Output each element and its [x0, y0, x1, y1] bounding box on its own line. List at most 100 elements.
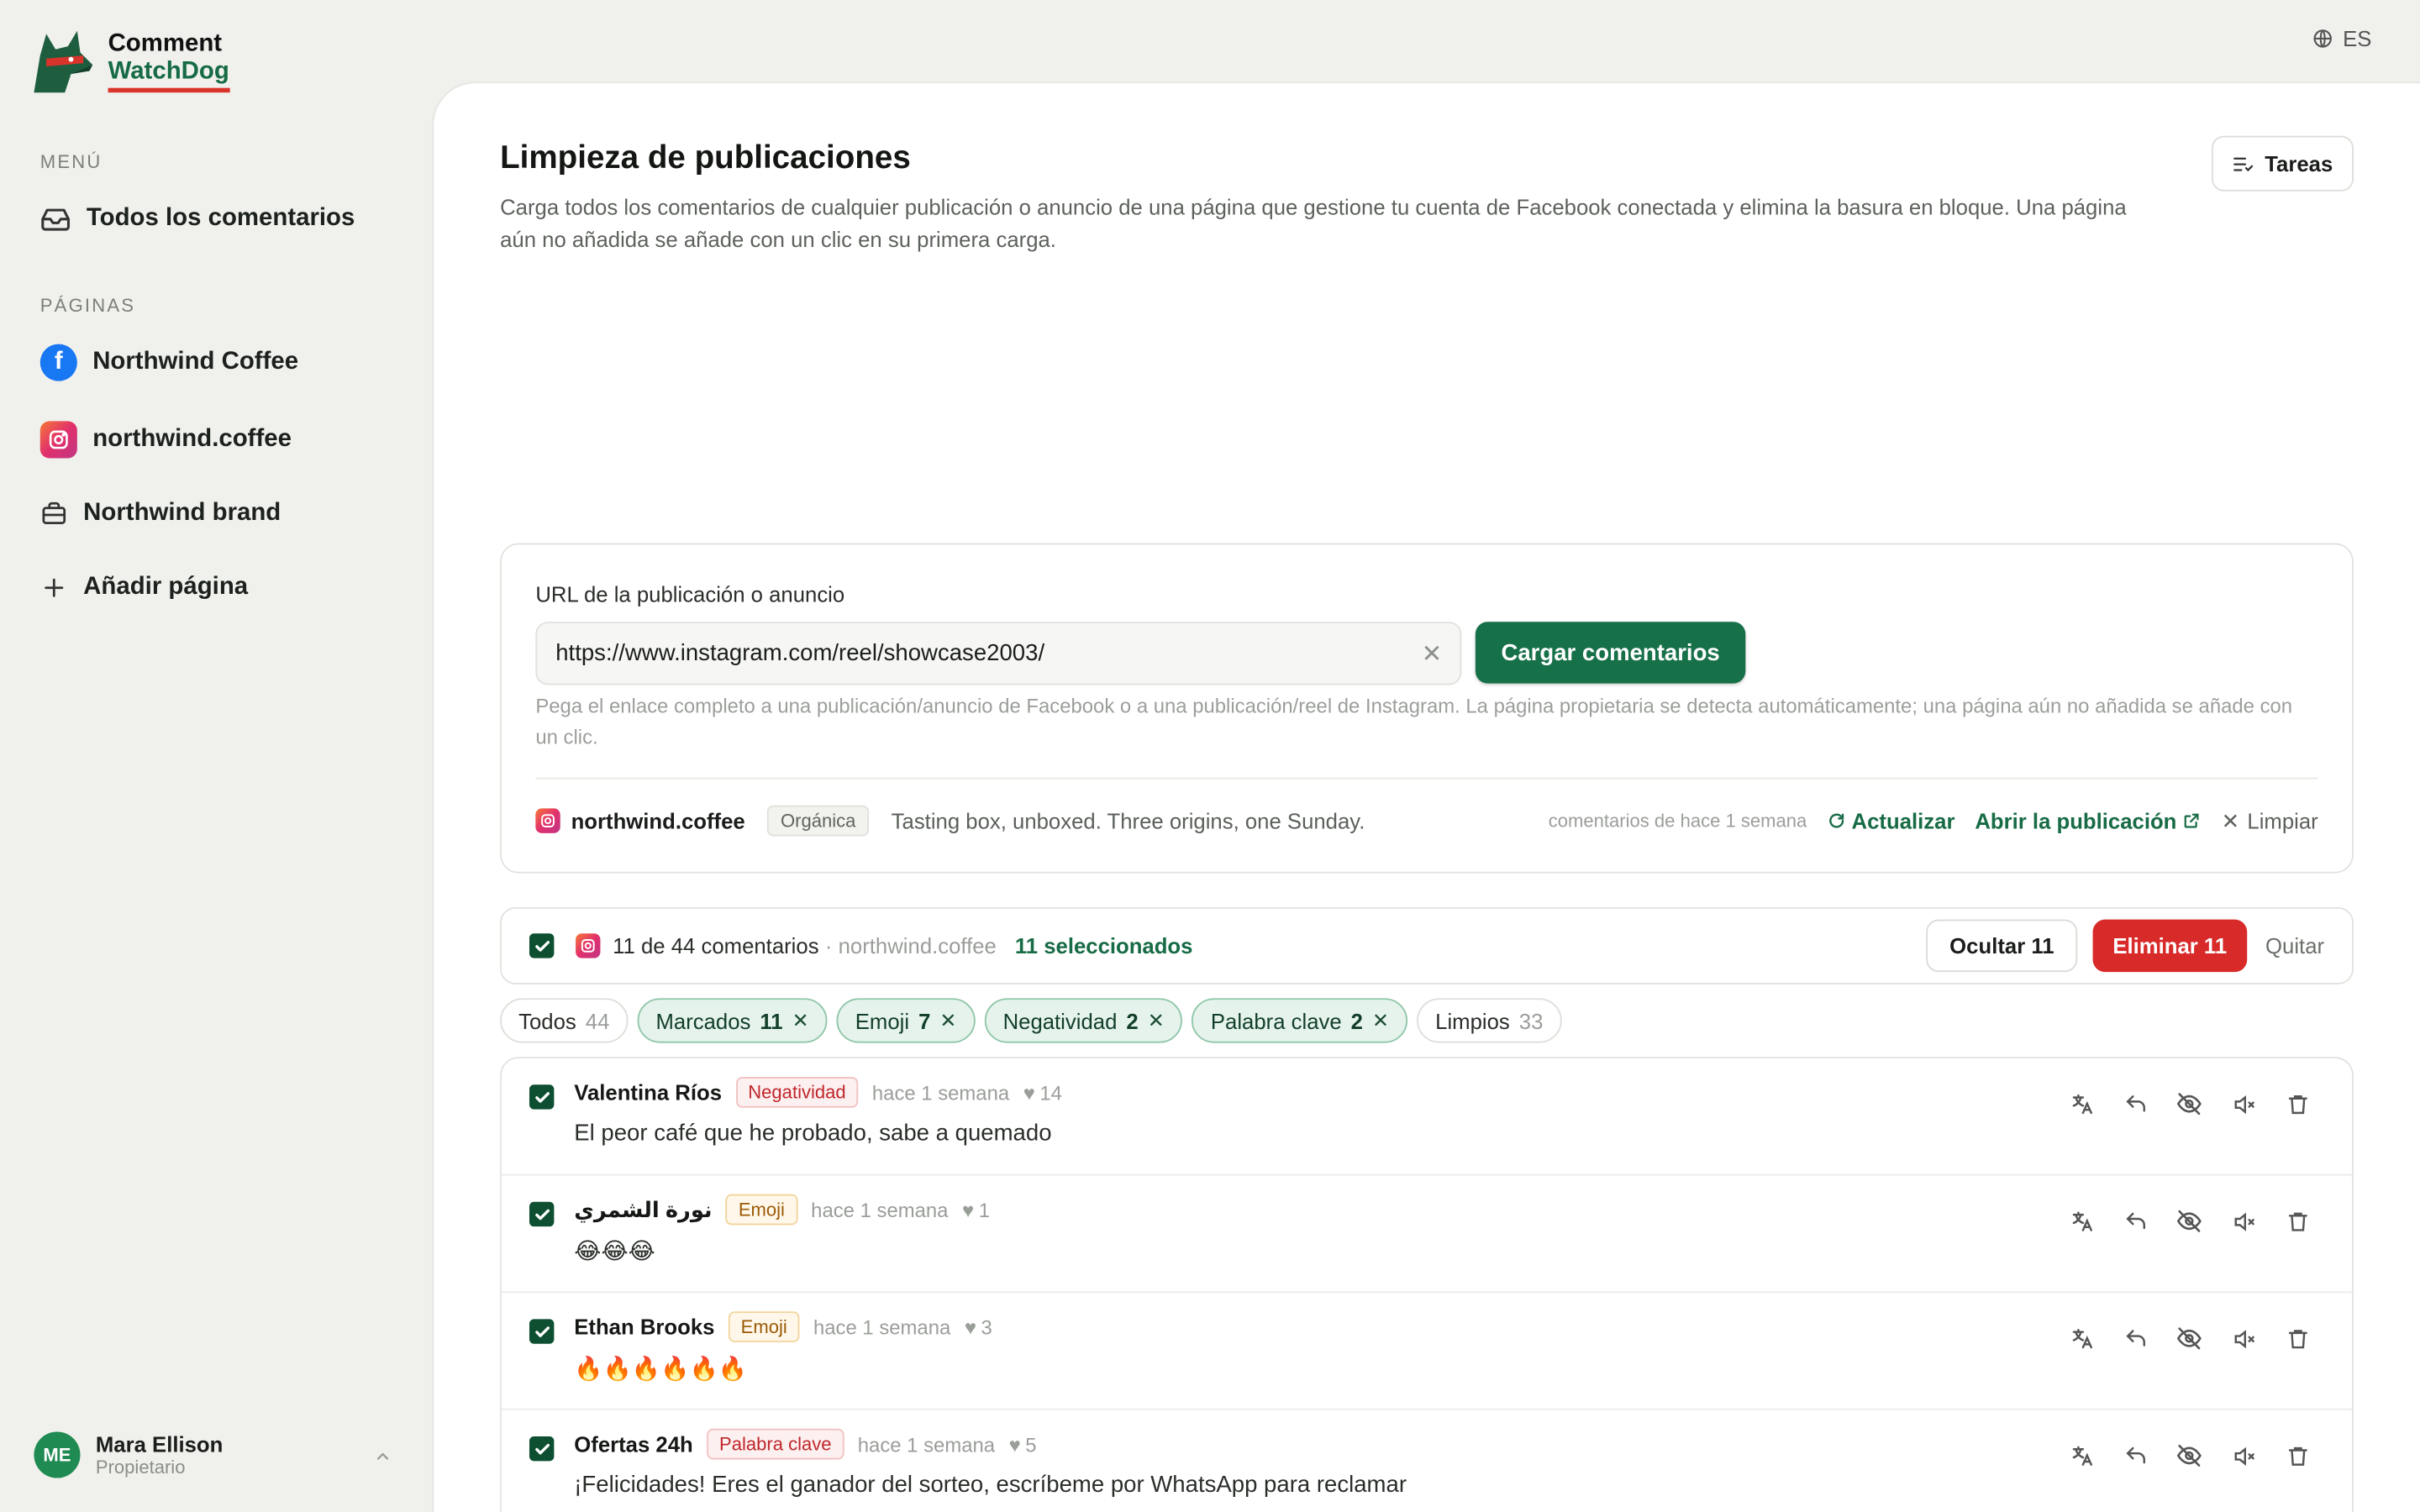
- url-field-label: URL de la publicación o anuncio: [535, 581, 845, 606]
- like-count: 1: [978, 1198, 990, 1221]
- user-menu[interactable]: ME Mara Ellison Propietario: [34, 1431, 397, 1478]
- eye-off-icon[interactable]: [2176, 1442, 2202, 1468]
- reply-icon[interactable]: [2122, 1091, 2148, 1117]
- check-icon: [534, 1208, 550, 1220]
- eye-off-icon[interactable]: [2176, 1091, 2202, 1117]
- translate-icon[interactable]: [2068, 1442, 2094, 1468]
- filter-chip-keyword[interactable]: Palabra clave 2 ✕: [1192, 998, 1408, 1043]
- mute-icon[interactable]: [2230, 1442, 2256, 1468]
- reply-icon[interactable]: [2122, 1208, 2148, 1234]
- comment-row: Valentina Ríos Negatividad hace 1 semana…: [501, 1058, 2353, 1176]
- comment-checkbox[interactable]: [529, 1084, 555, 1110]
- chip-count: 44: [585, 1008, 610, 1033]
- url-card: URL de la publicación o anuncio ✕ Cargar…: [500, 543, 2354, 874]
- filter-chip-flagged[interactable]: Marcados 11 ✕: [637, 998, 828, 1043]
- add-page-button[interactable]: Añadir página: [40, 574, 248, 601]
- chip-count: 2: [1350, 1008, 1364, 1033]
- post-owner: northwind.coffee: [571, 808, 745, 833]
- close-icon[interactable]: ✕: [1372, 1008, 1389, 1032]
- sidebar-page-northwind-instagram[interactable]: northwind.coffee: [39, 421, 292, 459]
- comment-author: نورة الشمري: [574, 1196, 713, 1221]
- close-icon[interactable]: ✕: [1422, 638, 1443, 669]
- reply-icon[interactable]: [2122, 1442, 2148, 1468]
- nav-all-comments[interactable]: Todos los comentarios: [40, 203, 355, 234]
- divider: [535, 777, 2318, 780]
- refresh-label: Actualizar: [1851, 808, 1955, 833]
- sidebar-page-label: northwind.coffee: [92, 425, 292, 453]
- comment-checkbox[interactable]: [529, 1436, 555, 1462]
- translate-icon[interactable]: [2068, 1326, 2094, 1352]
- mute-icon[interactable]: [2230, 1208, 2256, 1234]
- clear-post-button[interactable]: ✕ Limpiar: [2222, 808, 2318, 834]
- reply-icon[interactable]: [2122, 1326, 2148, 1352]
- main-panel: Limpieza de publicaciones Carga todos lo…: [432, 81, 2420, 1512]
- translate-icon[interactable]: [2068, 1091, 2094, 1117]
- hide-selected-button[interactable]: Ocultar 11: [1926, 919, 2078, 973]
- comment-actions: [2068, 1208, 2310, 1234]
- selection-bar: 11 de 44 comentarios · northwind.coffee …: [500, 906, 2354, 984]
- translate-icon[interactable]: [2068, 1208, 2094, 1234]
- selected-count: 11 seleccionados: [1014, 933, 1193, 958]
- avatar: ME: [34, 1431, 81, 1478]
- close-icon[interactable]: ✕: [792, 1008, 809, 1032]
- comment-checkbox[interactable]: [529, 1201, 555, 1227]
- delete-selected-button[interactable]: Eliminar 11: [2092, 919, 2248, 973]
- like-count: 5: [1025, 1432, 1037, 1456]
- filter-chip-clean[interactable]: Limpios 33: [1417, 998, 1562, 1043]
- trash-icon[interactable]: [2284, 1326, 2310, 1352]
- facebook-icon: f: [39, 344, 77, 381]
- filter-chip-all[interactable]: Todos 44: [500, 998, 629, 1043]
- language-switcher[interactable]: ES: [2312, 26, 2372, 51]
- post-url-input[interactable]: [535, 622, 1462, 685]
- heart-icon: ♥: [1008, 1432, 1021, 1456]
- eye-off-icon[interactable]: [2176, 1208, 2202, 1234]
- comment-checkbox[interactable]: [529, 1319, 555, 1344]
- open-post-link[interactable]: Abrir la publicación: [1975, 808, 2201, 833]
- language-code: ES: [2343, 26, 2372, 51]
- tasks-button[interactable]: Tareas: [2211, 135, 2354, 192]
- comment-list: Valentina Ríos Negatividad hace 1 semana…: [500, 1057, 2354, 1512]
- chip-label: Marcados: [655, 1008, 751, 1033]
- mute-icon[interactable]: [2230, 1091, 2256, 1117]
- select-all-checkbox[interactable]: [529, 933, 555, 958]
- instagram-icon: [39, 421, 77, 459]
- load-comments-button[interactable]: Cargar comentarios: [1475, 622, 1746, 684]
- chip-label: Todos: [518, 1008, 576, 1033]
- open-post-label: Abrir la publicación: [1975, 808, 2177, 833]
- loaded-post-summary: northwind.coffee Orgánica Tasting box, u…: [535, 802, 2318, 839]
- filter-chip-negativity[interactable]: Negatividad 2 ✕: [984, 998, 1183, 1043]
- filter-chip-emoji[interactable]: Emoji 7 ✕: [836, 998, 976, 1043]
- app-logo[interactable]: Comment WatchDog: [24, 24, 229, 98]
- eye-off-icon[interactable]: [2176, 1326, 2202, 1352]
- instagram-icon: [576, 933, 601, 958]
- comment-time: hace 1 semana: [871, 1080, 1010, 1105]
- chip-count: 11: [760, 1008, 783, 1033]
- menu-section-label: MENÚ: [39, 150, 103, 173]
- comment-time: hace 1 semana: [811, 1198, 949, 1221]
- heart-icon: ♥: [1023, 1080, 1035, 1105]
- comment-time: hace 1 semana: [857, 1432, 996, 1456]
- plus-icon: [45, 578, 64, 597]
- chevron-up-icon[interactable]: [373, 1447, 392, 1466]
- trash-icon[interactable]: [2284, 1091, 2310, 1117]
- add-page-label: Añadir página: [83, 574, 249, 601]
- trash-icon[interactable]: [2284, 1208, 2310, 1234]
- comment-actions: [2068, 1326, 2310, 1352]
- tasks-button-label: Tareas: [2265, 150, 2333, 176]
- close-icon[interactable]: ✕: [1148, 1008, 1165, 1032]
- mute-icon[interactable]: [2230, 1326, 2256, 1352]
- comments-freshness: comentarios de hace 1 semana: [1548, 810, 1807, 832]
- refresh-button[interactable]: Actualizar: [1827, 808, 1955, 833]
- clear-selection-button[interactable]: Quitar: [2265, 933, 2324, 958]
- sidebar-page-northwind-coffee[interactable]: f Northwind Coffee: [39, 344, 298, 381]
- nav-all-comments-label: Todos los comentarios: [86, 205, 355, 232]
- clear-post-label: Limpiar: [2247, 808, 2318, 833]
- sidebar-page-northwind-brand[interactable]: Northwind brand: [40, 500, 281, 528]
- comment-text: 🔥🔥🔥🔥🔥🔥: [574, 1356, 748, 1383]
- heart-icon: ♥: [962, 1198, 975, 1221]
- trash-icon[interactable]: [2284, 1442, 2310, 1468]
- app-name-line1: Comment: [108, 30, 223, 57]
- close-icon[interactable]: ✕: [939, 1008, 956, 1032]
- flag-badge: Emoji: [726, 1194, 797, 1226]
- comment-row: Ofertas 24h Palabra clave hace 1 semana …: [502, 1410, 2352, 1512]
